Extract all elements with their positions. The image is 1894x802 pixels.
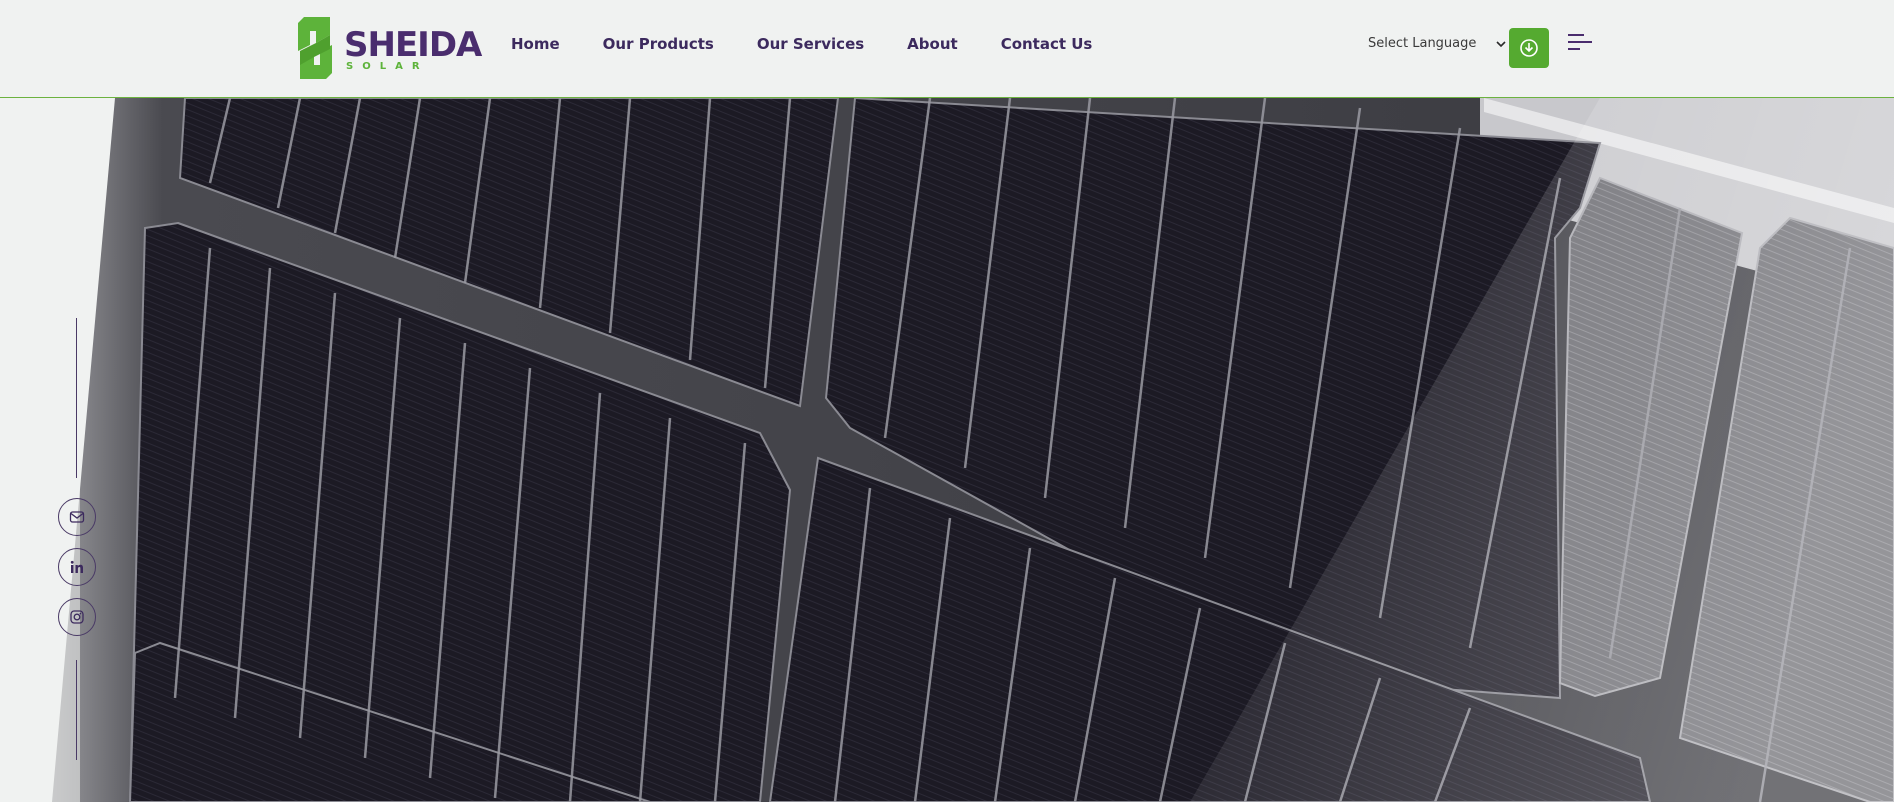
logo-mark-icon	[298, 17, 332, 79]
social-instagram-button[interactable]	[58, 598, 96, 636]
language-select-label: Select Language	[1368, 36, 1477, 51]
hero-solar-panel-image	[0, 98, 1894, 802]
sidebar-divider-bottom	[76, 660, 77, 760]
hero-section	[0, 98, 1894, 802]
linkedin-icon	[70, 560, 83, 573]
email-icon	[69, 511, 85, 523]
logo-wordmark: SHEIDA	[344, 25, 482, 65]
download-icon	[1520, 39, 1538, 57]
nav-our-services[interactable]: Our Services	[757, 35, 864, 53]
main-nav: Home Our Products Our Services About Con…	[511, 35, 1135, 53]
hamburger-menu-icon[interactable]	[1568, 32, 1594, 54]
chevron-down-icon	[1496, 40, 1506, 47]
instagram-icon	[70, 610, 84, 624]
site-header: SHEIDA SOLAR Home Our Products Our Servi…	[0, 0, 1894, 98]
social-sidebar	[58, 318, 98, 760]
nav-home[interactable]: Home	[511, 35, 560, 53]
logo-tagline: SOLAR	[346, 61, 429, 72]
nav-contact-us[interactable]: Contact Us	[1001, 35, 1093, 53]
sidebar-divider-top	[76, 318, 77, 478]
logo[interactable]: SHEIDA SOLAR	[288, 13, 482, 83]
download-button[interactable]	[1509, 28, 1549, 68]
nav-our-products[interactable]: Our Products	[603, 35, 714, 53]
language-select[interactable]: Select Language	[1368, 36, 1508, 51]
nav-about[interactable]: About	[907, 35, 958, 53]
social-email-button[interactable]	[58, 498, 96, 536]
social-linkedin-button[interactable]	[58, 548, 96, 586]
